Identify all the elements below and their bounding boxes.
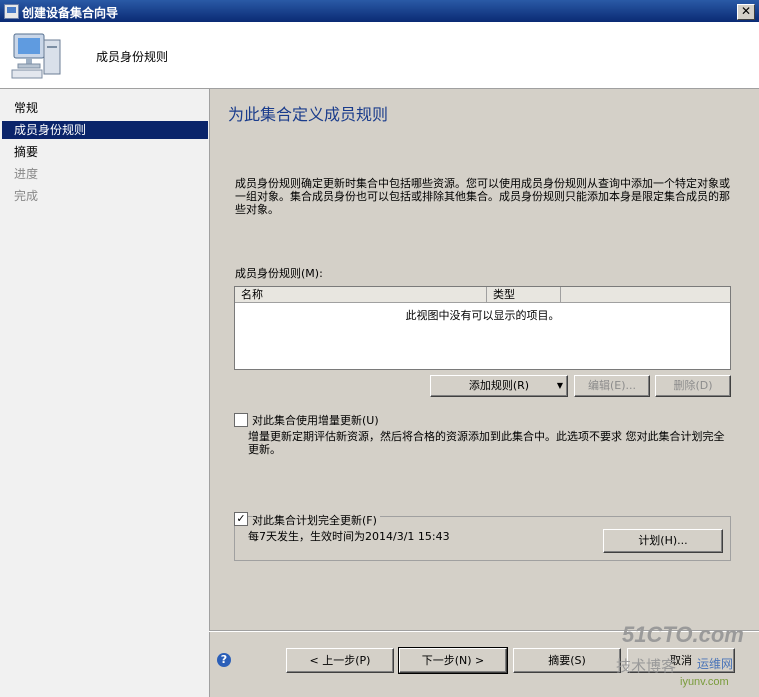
incremental-update-description: 增量更新定期评估新资源，然后将合格的资源添加到此集合中。此选项不要求 您对此集合… [248,430,725,456]
add-rule-button[interactable]: 添加规则(R) ▼ [430,375,568,397]
full-update-checkbox[interactable]: ✓ [234,512,248,526]
title-bar: 创建设备集合向导 ✕ [0,0,759,22]
schedule-button[interactable]: 计划(H)... [603,529,723,553]
nav-item-summary[interactable]: 摘要 [2,143,208,161]
watermark-line2: 技术博客 [616,658,677,675]
nav-item-completion: 完成 [14,189,39,203]
list-header: 名称 类型 [235,287,730,303]
wizard-app-icon [4,4,19,19]
summary-button[interactable]: 摘要(S) [513,648,621,673]
next-button[interactable]: 下一步(N) > [398,647,508,674]
nav-item-general[interactable]: 常规 [2,99,208,117]
watermark-line3: 运维网 [697,657,734,671]
full-update-label[interactable]: 对此集合计划完全更新(F) [252,512,380,528]
help-icon[interactable]: ? [217,653,231,667]
column-header-type[interactable]: 类型 [487,287,561,302]
close-button[interactable]: ✕ [737,4,755,20]
incremental-update-checkbox[interactable] [234,413,248,427]
chevron-down-icon: ▼ [556,381,563,390]
delete-button[interactable]: 删除(D) [655,375,731,397]
nav-item-progress: 进度 [14,167,39,181]
incremental-update-label[interactable]: 对此集合使用增量更新(U) [252,412,379,428]
wizard-header: 成员身份规则 [0,22,759,89]
edit-button[interactable]: 编辑(E)... [574,375,650,397]
watermark-line1: 51CTO.com [622,622,744,647]
window-title: 创建设备集合向导 [22,6,119,20]
add-rule-label: 添加规则(R) [468,379,530,392]
watermark-line4: iyunv.com [680,676,729,688]
previous-button[interactable]: < 上一步(P) [286,648,394,673]
page-description: 成员身份规则确定更新时集合中包括哪些资源。您可以使用成员身份规则从查询中添加一个… [235,177,730,216]
wizard-nav: 常规 成员身份规则 摘要 进度 完成 [0,89,210,697]
full-update-schedule-text: 每7天发生，生效时间为2014/3/1 15:43 [248,530,450,543]
computer-icon [11,33,61,79]
page-heading: 为此集合定义成员规则 [228,105,389,124]
header-step-label: 成员身份规则 [96,50,169,64]
column-header-extra[interactable] [561,287,730,302]
column-header-name[interactable]: 名称 [235,287,487,302]
list-empty-message: 此视图中没有可以显示的项目。 [405,309,560,322]
membership-rules-list[interactable]: 名称 类型 此视图中没有可以显示的项目。 [234,286,731,370]
membership-rules-label: 成员身份规则(M): [235,267,323,280]
nav-item-membership-rules[interactable]: 成员身份规则 [2,121,208,139]
